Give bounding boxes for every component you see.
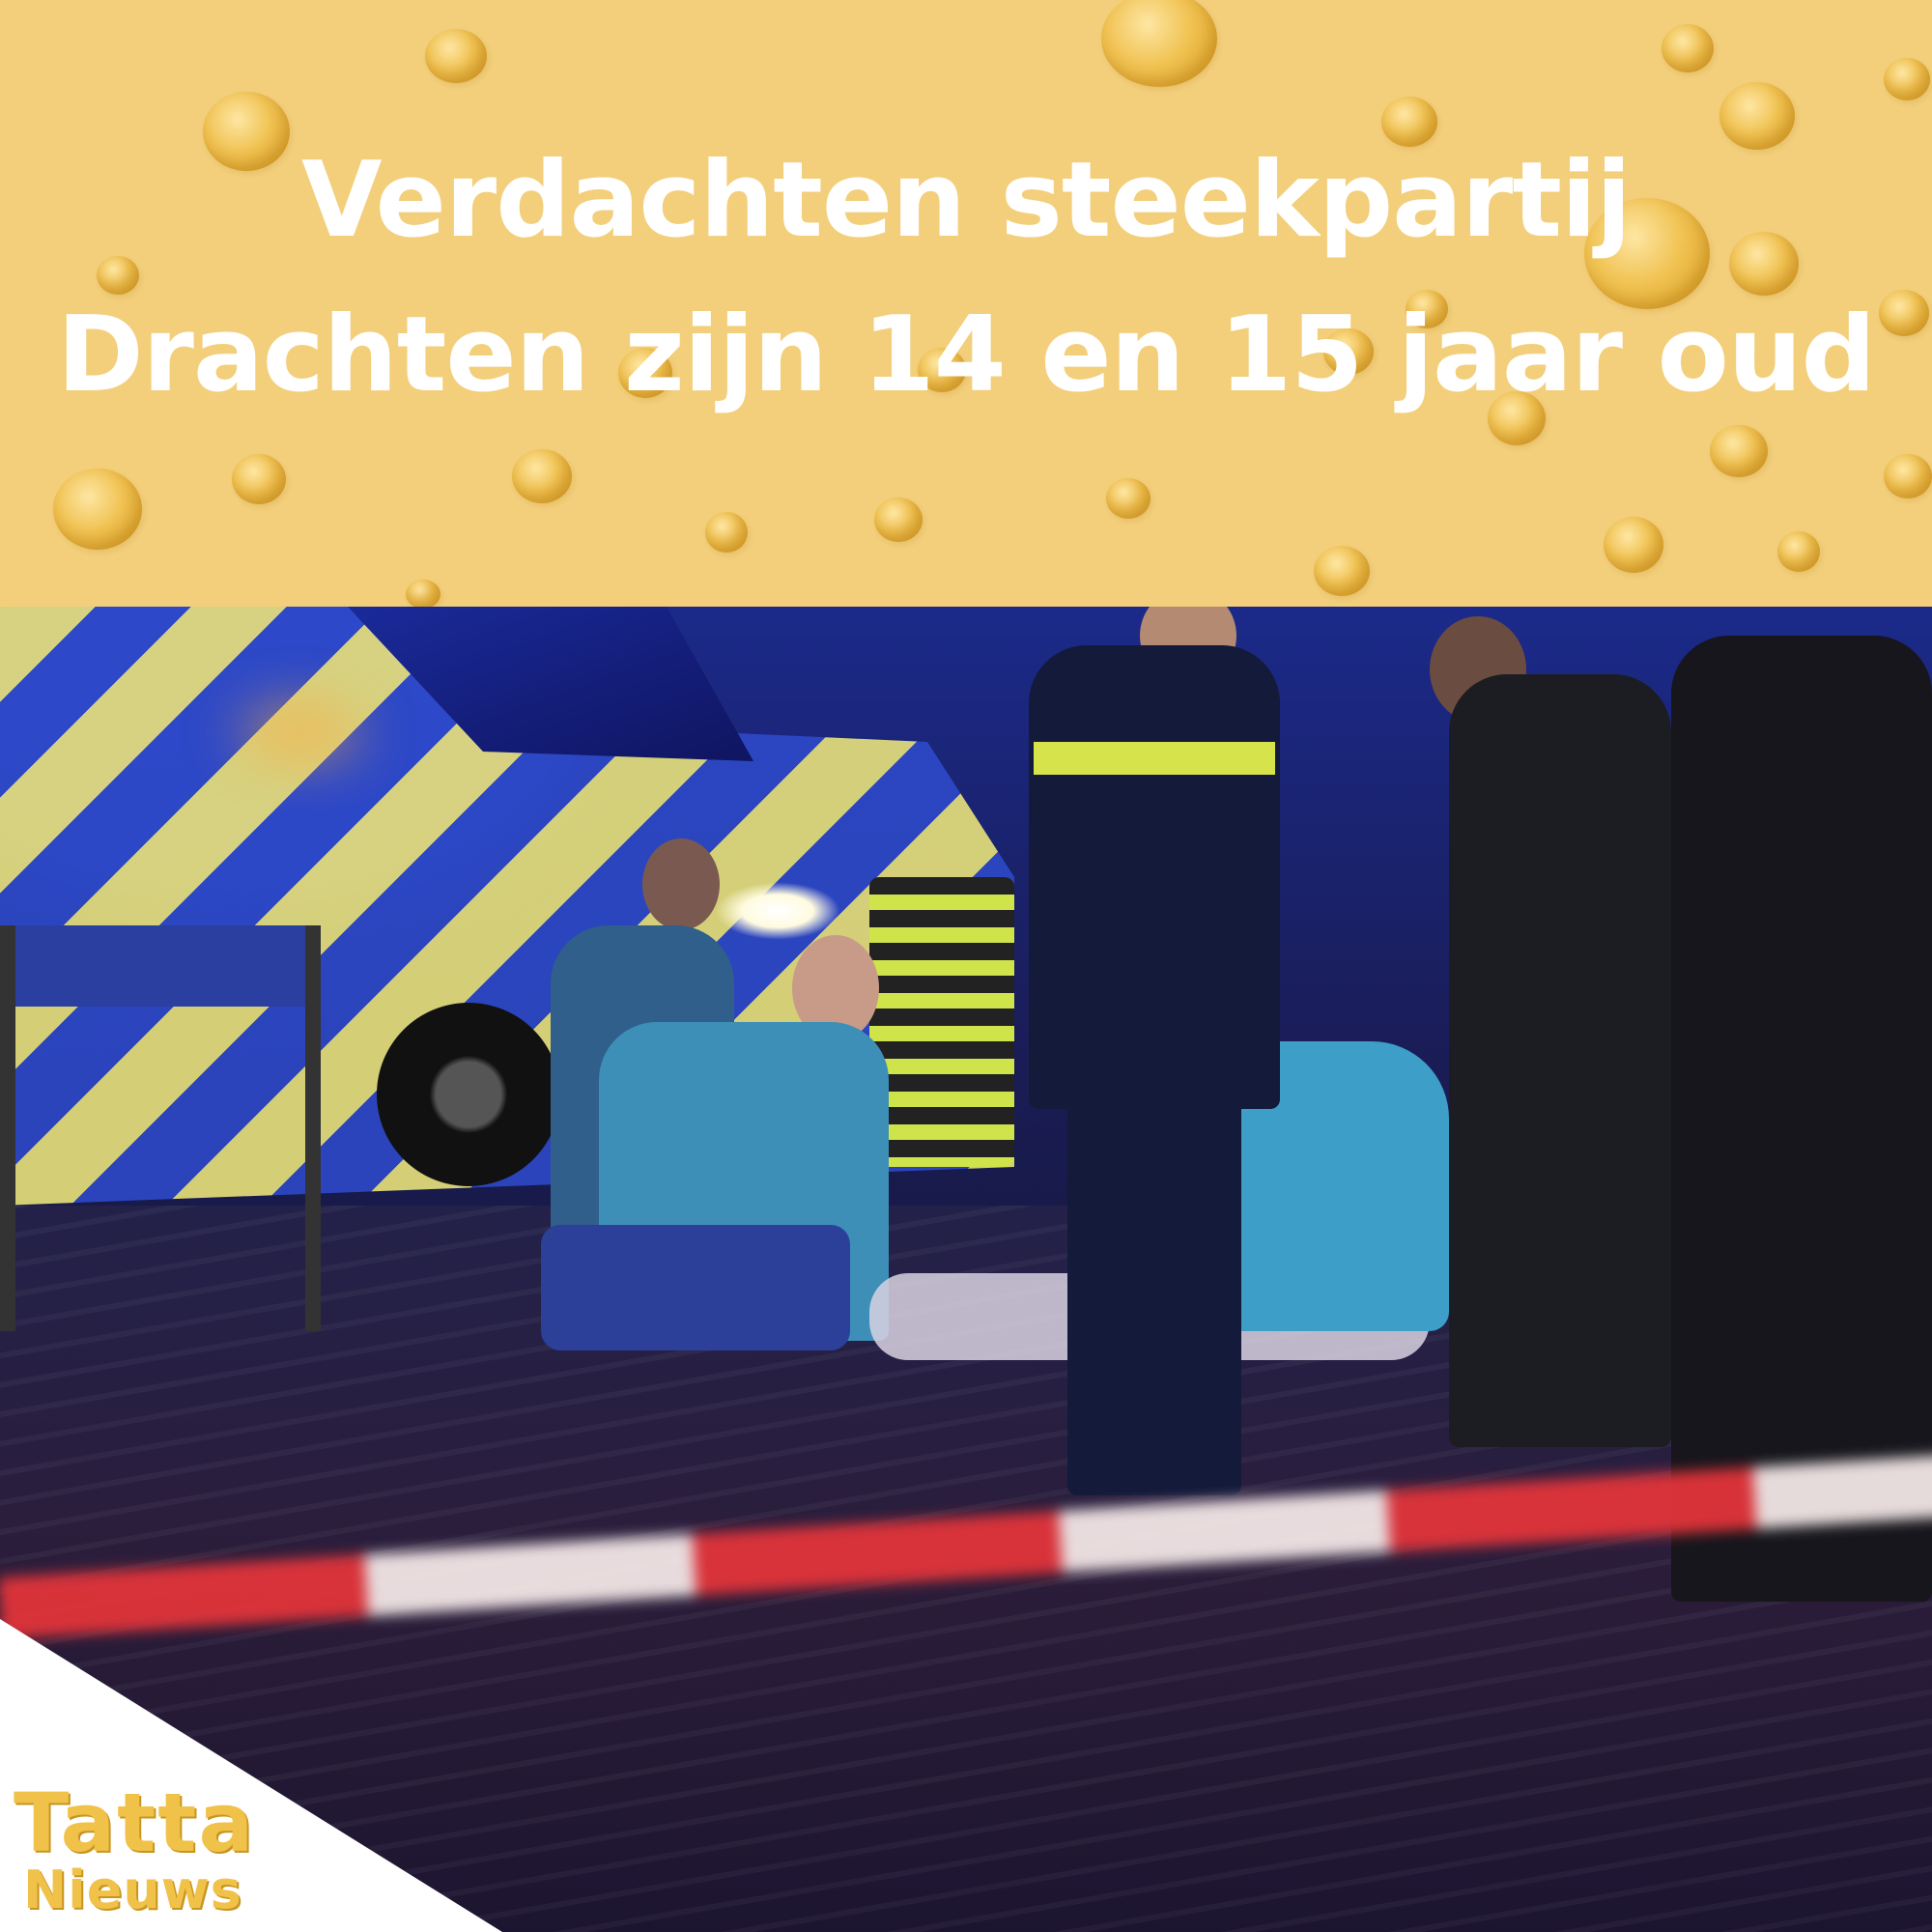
cheese-hole	[232, 454, 286, 504]
headline-line-2: Drachten zijn 14 en 15 jaar oud	[57, 295, 1876, 415]
police-officer	[1029, 645, 1280, 1109]
cheese-hole	[1604, 517, 1663, 573]
cheese-hole	[1314, 546, 1370, 596]
cheese-hole	[425, 29, 487, 83]
stretcher	[0, 925, 321, 1331]
news-post: Verdachten steekpartij Drachten zijn 14 …	[0, 0, 1932, 1932]
police-officer-legs	[1067, 1090, 1241, 1495]
bystander	[1671, 636, 1932, 1602]
cheese-hole	[512, 449, 572, 503]
news-photo	[0, 607, 1932, 1932]
paramedic-head	[642, 838, 720, 930]
cheese-hole	[1106, 478, 1151, 519]
cheese-hole	[1884, 58, 1930, 100]
cheese-hole	[1101, 0, 1217, 87]
logo-line-2: Nieuws	[23, 1860, 242, 1920]
paramedic-legs	[541, 1225, 850, 1350]
ambulance-wheel	[377, 1003, 560, 1186]
cheese-hole	[1710, 425, 1768, 477]
cheese-hole	[874, 497, 923, 542]
cheese-hole	[53, 469, 142, 550]
logo-line-1: Tatta	[14, 1776, 256, 1870]
bystander	[1449, 674, 1671, 1447]
cheese-hole	[705, 512, 748, 553]
cheese-banner: Verdachten steekpartij Drachten zijn 14 …	[0, 0, 1932, 607]
orange-light-glow	[242, 713, 357, 752]
cheese-hole	[1662, 24, 1714, 72]
cheese-hole	[406, 580, 440, 607]
cheese-hole	[1777, 531, 1820, 572]
cheese-hole	[1884, 454, 1932, 498]
headline-line-1: Verdachten steekpartij	[301, 140, 1632, 261]
tatta-nieuws-logo: Tatta Nieuws	[14, 1782, 255, 1918]
ambulance-grille	[869, 877, 1014, 1167]
police-stripe	[1034, 742, 1275, 775]
headline: Verdachten steekpartij Drachten zijn 14 …	[0, 124, 1932, 433]
ambulance-headlight	[715, 882, 840, 940]
